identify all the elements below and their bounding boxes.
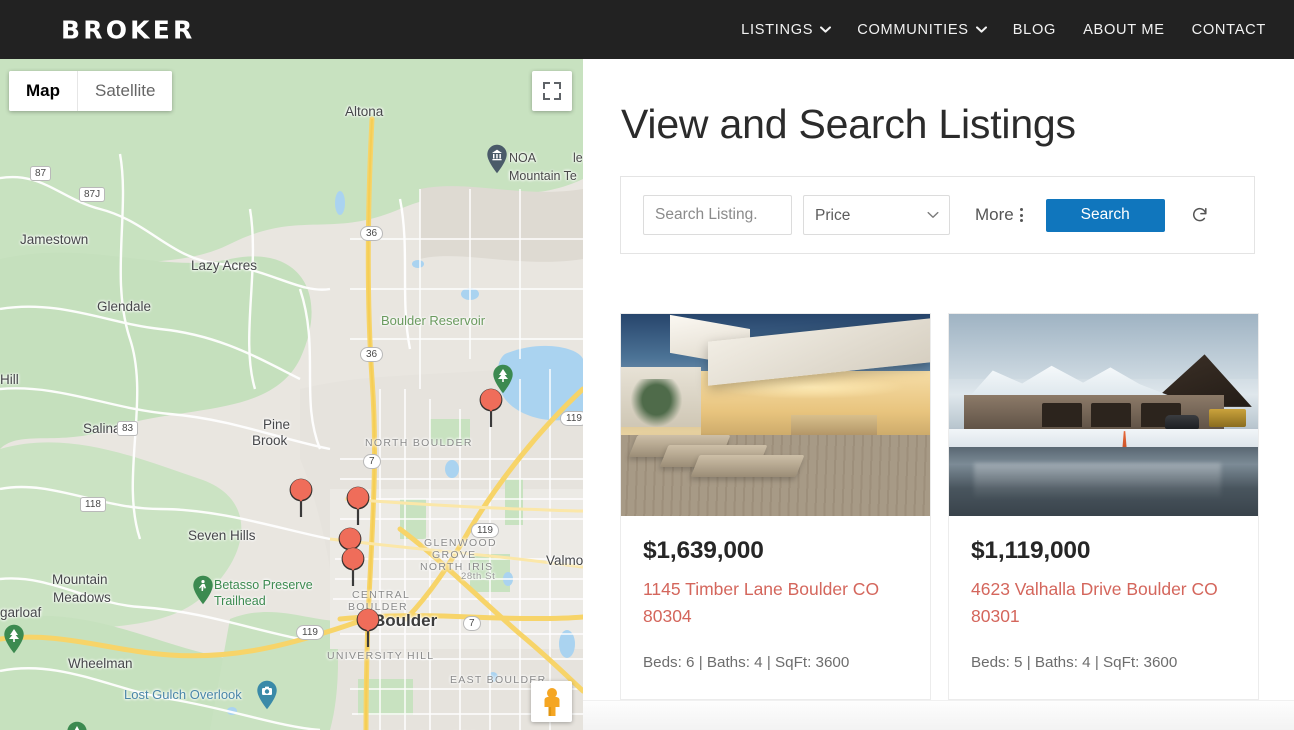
listing-card[interactable]: $1,639,000 1145 Timber Lane Boulder CO 8… <box>620 313 931 701</box>
site-header: BROKER LISTINGS COMMUNITIES BLOG ABOUT M… <box>0 0 1294 59</box>
listing-card[interactable]: $1,119,000 4623 Valhalla Drive Boulder C… <box>948 313 1259 701</box>
fullscreen-icon[interactable] <box>532 71 572 111</box>
nav-item-listings[interactable]: LISTINGS <box>741 21 832 38</box>
nav-item-label: BLOG <box>1012 21 1057 38</box>
nav-item-label: LISTINGS <box>741 21 814 38</box>
content-pane: View and Search Listings Price More Sear… <box>583 59 1294 730</box>
street-view-pegman-icon[interactable] <box>531 681 572 722</box>
villa-photo-art <box>621 314 930 516</box>
listing-body: $1,119,000 4623 Valhalla Drive Boulder C… <box>949 516 1258 699</box>
listing-body: $1,639,000 1145 Timber Lane Boulder CO 8… <box>621 516 930 699</box>
listing-price: $1,119,000 <box>971 537 1091 564</box>
listing-price: $1,639,000 <box>643 537 764 564</box>
chevron-down-icon <box>975 25 987 36</box>
nav-item-about-me[interactable]: ABOUT ME <box>1083 22 1165 38</box>
nav-item-blog[interactable]: BLOG <box>1013 22 1056 38</box>
chevron-down-icon <box>820 25 832 36</box>
nav-item-label: ABOUT ME <box>1083 21 1165 38</box>
listing-address-link[interactable]: 4623 Valhalla Drive Boulder CO 80301 <box>971 576 1236 630</box>
listing-photo[interactable] <box>621 314 930 516</box>
nav-item-label: COMMUNITIES <box>857 21 969 38</box>
price-select[interactable]: Price <box>803 195 950 235</box>
map-type-button-map[interactable]: Map <box>9 71 78 111</box>
search-panel: Price More Search <box>620 176 1255 254</box>
brand-logo[interactable]: BROKER <box>61 15 195 44</box>
listing-specs: Beds: 5 | Baths: 4 | SqFt: 3600 <box>971 654 1178 672</box>
nav-item-label: CONTACT <box>1191 21 1266 38</box>
reset-icon[interactable] <box>1189 204 1211 226</box>
listing-photo[interactable] <box>949 314 1258 516</box>
page-title: View and Search Listings <box>621 101 1076 147</box>
search-input[interactable] <box>643 195 792 235</box>
winter-house-photo-art <box>949 314 1258 516</box>
map-type-control[interactable]: Map Satellite <box>9 71 173 111</box>
map-type-button-satellite[interactable]: Satellite <box>78 71 173 111</box>
price-select-wrapper: Price <box>803 195 950 235</box>
listing-specs: Beds: 6 | Baths: 4 | SqFt: 3600 <box>643 654 850 672</box>
page-footer <box>583 700 1294 730</box>
nav-item-communities[interactable]: COMMUNITIES <box>857 21 987 38</box>
more-filters-button[interactable]: More <box>975 205 1023 225</box>
map-pane[interactable]: Altona Jamestown Lazy Acres Glendale Hill Sal… <box>0 59 583 730</box>
nav-item-contact[interactable]: CONTACT <box>1192 22 1266 38</box>
map-canvas <box>0 59 583 730</box>
more-filters-label: More <box>975 205 1014 224</box>
main-navigation: LISTINGS COMMUNITIES BLOG ABOUT ME CONTA… <box>741 22 1266 38</box>
kebab-menu-icon <box>1019 208 1023 222</box>
search-button[interactable]: Search <box>1045 198 1165 232</box>
listing-address-link[interactable]: 1145 Timber Lane Boulder CO 80304 <box>643 576 908 630</box>
listing-grid: $1,639,000 1145 Timber Lane Boulder CO 8… <box>620 313 1260 701</box>
